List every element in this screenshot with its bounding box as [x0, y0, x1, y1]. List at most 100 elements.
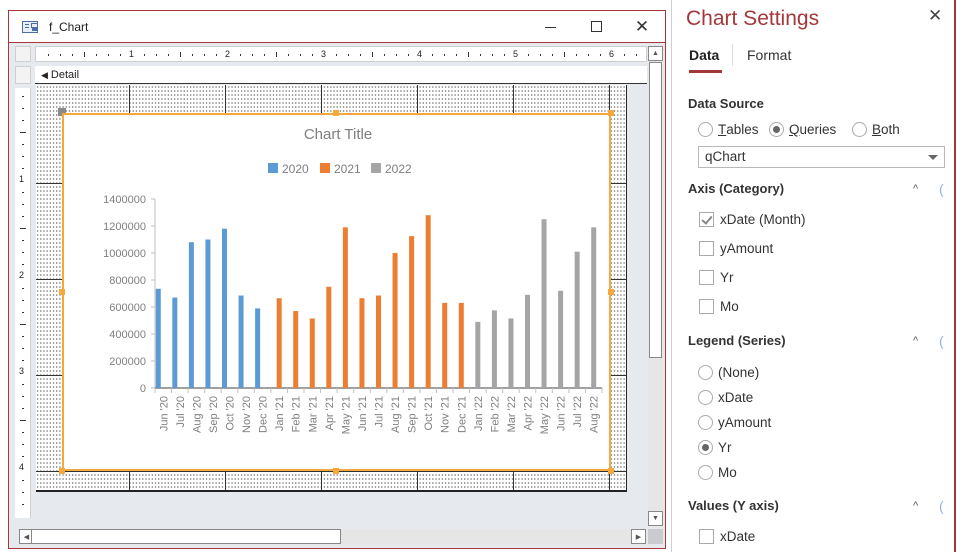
radio-label: yAmount: [718, 415, 772, 430]
ruler-dot: [288, 54, 289, 56]
legend-label-2022: 2022: [385, 162, 412, 176]
panel-close-button[interactable]: ✕: [928, 6, 942, 26]
radio-queries[interactable]: Queries: [769, 122, 836, 137]
x-tick-label: May '22: [539, 396, 551, 434]
chevron-down-icon: [928, 155, 938, 160]
ruler-dot: [348, 54, 349, 56]
resize-handle-bottom-right[interactable]: [608, 468, 614, 474]
legend-radio-none[interactable]: (None): [698, 365, 759, 380]
tab-data[interactable]: Data: [689, 47, 719, 63]
radio-circle: [698, 415, 713, 430]
ruler-dot: [22, 384, 24, 385]
active-tab-indicator: [689, 70, 722, 73]
ruler-dot: [312, 54, 313, 56]
minimize-button[interactable]: [527, 11, 573, 42]
resize-handle-bottom-left[interactable]: [59, 468, 65, 474]
x-tick-label: Aug '21: [390, 396, 402, 433]
legend-radio-xdate[interactable]: xDate: [698, 390, 753, 405]
axis-checkbox-yamount[interactable]: yAmount: [699, 241, 773, 256]
scroll-down-button[interactable]: ▼: [648, 511, 663, 526]
legend-radio-mo[interactable]: Mo: [698, 465, 737, 480]
legend-radio-yamount[interactable]: yAmount: [698, 415, 771, 430]
ruler-dot: [252, 54, 253, 56]
vertical-scroll-thumb[interactable]: [649, 62, 662, 358]
form-titlebar: f_Chart ✕: [9, 11, 665, 43]
axis-checkbox-yr[interactable]: Yr: [699, 270, 734, 285]
legend-radio-yr[interactable]: Yr: [698, 440, 732, 455]
close-icon: ✕: [928, 6, 943, 25]
close-icon: ✕: [634, 16, 650, 36]
scroll-up-button[interactable]: ▲: [648, 46, 663, 61]
resize-handle-bottom[interactable]: [333, 468, 339, 474]
ruler-dot: [22, 240, 24, 241]
bar-2021-17: [442, 302, 448, 388]
ruler-dot: [72, 54, 73, 56]
ruler-number: 1: [129, 49, 135, 59]
tab-format[interactable]: Format: [747, 47, 791, 63]
checkbox-label: xDate (Month): [720, 212, 806, 227]
bar-2021-14: [392, 253, 398, 388]
radio-tables[interactable]: Tables: [698, 122, 759, 137]
ruler-dot: [240, 54, 241, 56]
bar-2020-5: [238, 295, 244, 388]
data-source-select[interactable]: qChart: [698, 146, 945, 168]
x-tick-label: Jul '22: [572, 396, 584, 427]
chart-control[interactable]: Chart Title 2020 2021 2022 0 200000 400000 6000…: [62, 113, 611, 471]
form-selector[interactable]: [15, 46, 31, 62]
detail-section-bar[interactable]: ◀ Detail: [35, 66, 647, 84]
axis-option-icon[interactable]: (: [939, 181, 944, 197]
ruler-dot: [336, 54, 337, 56]
collapse-axis-button[interactable]: ^: [913, 183, 918, 195]
ruler-number: 2: [19, 270, 25, 280]
resize-handle-top[interactable]: [333, 110, 339, 116]
x-tick-label: Apr '22: [523, 396, 535, 431]
horizontal-ruler[interactable]: 1 2 3 4 5 6: [35, 46, 647, 62]
axis-checkbox-mo[interactable]: Mo: [699, 299, 739, 314]
resize-handle-left[interactable]: [59, 289, 65, 295]
section-selector[interactable]: [15, 66, 31, 84]
horizontal-scrollbar[interactable]: ◀ ▶: [19, 529, 647, 544]
ruler-half-tick: [20, 324, 26, 325]
collapse-values-button[interactable]: ^: [913, 500, 918, 512]
accel-key: Q: [789, 122, 800, 137]
axis-checkbox-xdate-month[interactable]: xDate (Month): [699, 212, 806, 227]
ruler-dot: [480, 54, 481, 56]
ruler-dot: [300, 54, 301, 56]
scroll-right-button[interactable]: ▶: [631, 529, 646, 544]
bar-2021-9: [309, 318, 315, 388]
ruler-number: 4: [417, 49, 423, 59]
ruler-dot: [22, 96, 24, 97]
ruler-number: 1: [19, 174, 25, 184]
legend-option-icon[interactable]: (: [939, 333, 944, 349]
close-button[interactable]: ✕: [619, 11, 665, 42]
ruler-dot: [216, 54, 217, 56]
ruler-dot: [22, 492, 24, 493]
x-tick-label: Nov '21: [440, 396, 452, 433]
bar-2020-4: [222, 228, 227, 388]
ruler-dot: [432, 54, 433, 56]
resize-handle-top-right[interactable]: [608, 110, 614, 116]
vertical-scrollbar[interactable]: ▲ ▼: [648, 46, 663, 527]
ruler-dot: [22, 456, 24, 457]
ruler-half-tick: [84, 52, 85, 57]
maximize-button[interactable]: [573, 11, 619, 42]
values-checkbox-xdate[interactable]: xDate: [699, 529, 755, 544]
bar-2022-19: [475, 321, 481, 388]
radio-both[interactable]: Both: [852, 122, 900, 137]
bar-2021-7: [276, 298, 282, 388]
y-tick-label: 800000: [109, 275, 146, 287]
ruler-dot: [22, 444, 24, 445]
x-tick-label: Dec '20: [258, 396, 270, 433]
resize-handle-right[interactable]: [608, 289, 614, 295]
ruler-number: 2: [225, 49, 231, 59]
vertical-ruler[interactable]: 1 2 3 4: [15, 88, 31, 518]
legend-swatch-2022: [371, 163, 381, 173]
ruler-number: 5: [513, 49, 519, 59]
horizontal-scroll-thumb[interactable]: [31, 529, 341, 544]
collapse-legend-button[interactable]: ^: [913, 335, 918, 347]
ruler-half-tick: [20, 228, 26, 229]
y-tick-label: 0: [140, 383, 146, 395]
ruler-dot: [456, 54, 457, 56]
values-option-icon[interactable]: (: [939, 498, 944, 514]
checkbox: [699, 270, 714, 285]
